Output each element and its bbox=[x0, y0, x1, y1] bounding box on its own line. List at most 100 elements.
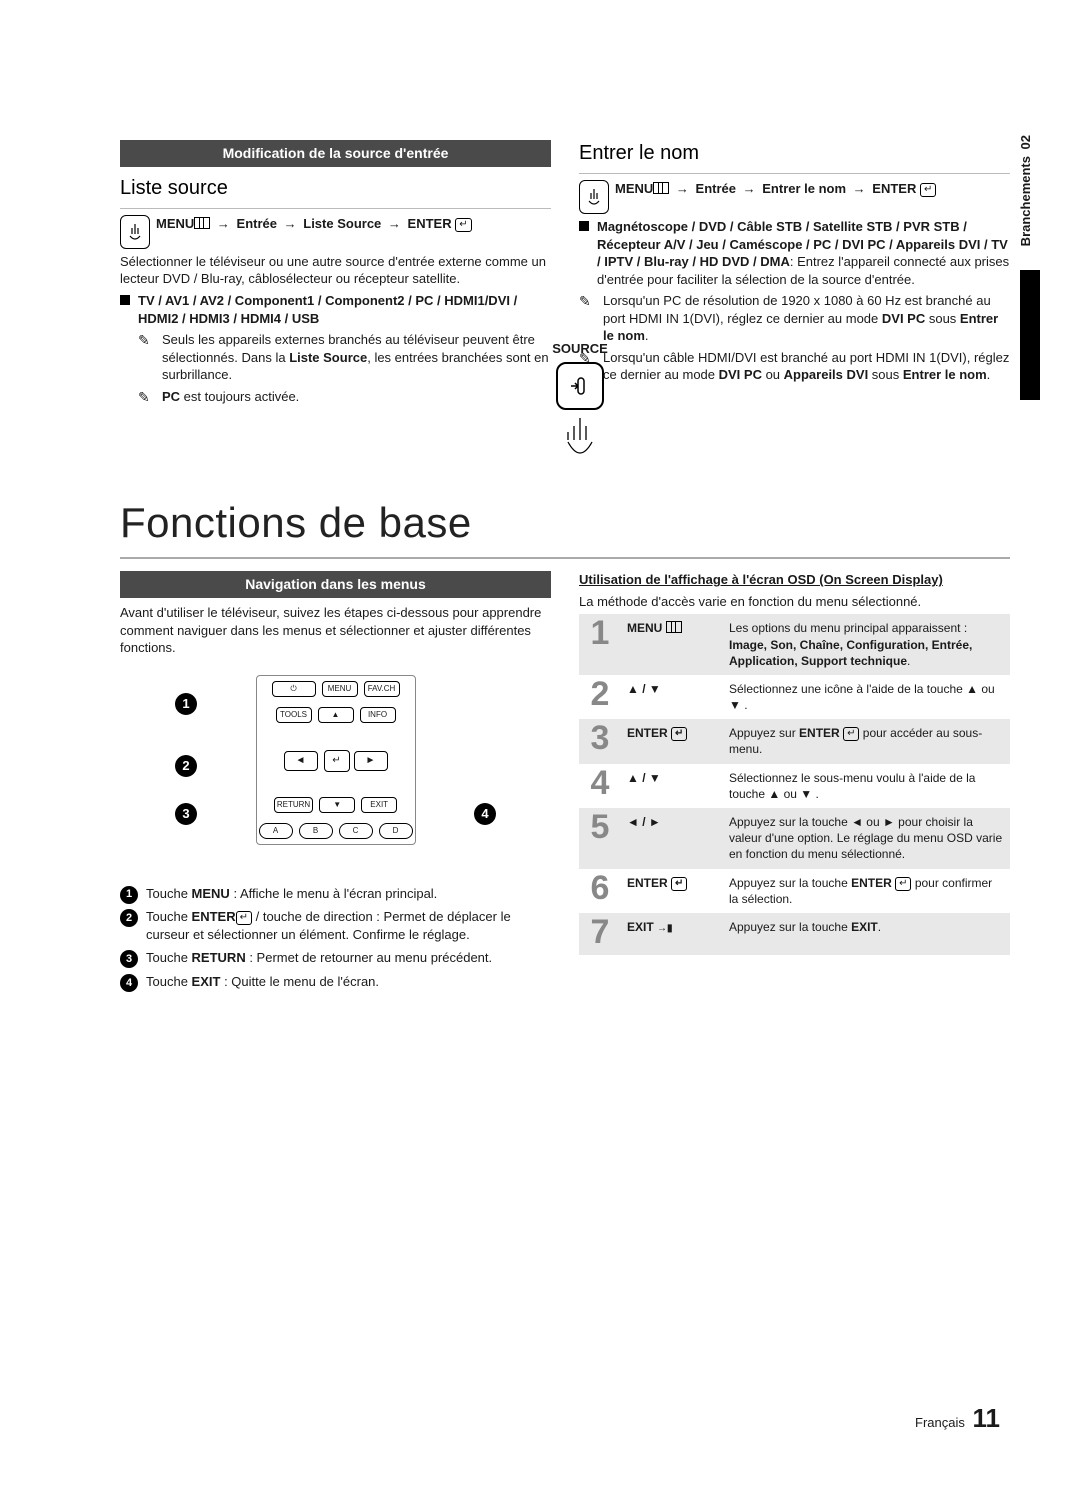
step-number: 7 bbox=[579, 913, 621, 955]
inputs-line: TV / AV1 / AV2 / Component1 / Component2… bbox=[138, 293, 517, 326]
remote-a: A bbox=[259, 823, 293, 839]
page-number: 11 bbox=[973, 1403, 1001, 1433]
remote-diagram: 1 2 3 4 ⏻ MENU FAV.CH TOOLS ▲ INFO bbox=[120, 675, 551, 875]
chapter-name: Branchements bbox=[1018, 156, 1033, 246]
header-source-change: Modification de la source d'entrée bbox=[120, 140, 551, 167]
enter-icon: ↵ bbox=[843, 727, 859, 741]
enter-icon: ↵ bbox=[920, 183, 936, 197]
note-icon: ✎ bbox=[579, 292, 591, 311]
remote-body: ⏻ MENU FAV.CH TOOLS ▲ INFO ◄ ↵ ► bbox=[256, 675, 416, 845]
enter-icon: ↵ bbox=[895, 877, 911, 891]
legend-return: Touche RETURN : Permet de retourner au m… bbox=[120, 949, 551, 967]
remote-exit: EXIT bbox=[361, 797, 397, 813]
table-row: 6 ENTER ↵ Appuyez sur la touche ENTER ↵ … bbox=[579, 869, 1010, 913]
step-number: 2 bbox=[579, 675, 621, 719]
edge-marker bbox=[1020, 270, 1040, 400]
note-pc-always: PC est toujours activée. bbox=[162, 389, 299, 404]
remote-d: D bbox=[379, 823, 413, 839]
remote-menu: MENU bbox=[322, 681, 358, 697]
table-row: 3 ENTER ↵ Appuyez sur ENTER ↵ pour accéd… bbox=[579, 719, 1010, 763]
enter-icon: ↵ bbox=[455, 218, 471, 232]
callout-1: 1 bbox=[175, 693, 197, 715]
step-number: 1 bbox=[579, 614, 621, 675]
remote-enter: ↵ bbox=[324, 750, 350, 772]
note-hdmi-pc: Lorsqu'un PC de résolution de 1920 x 108… bbox=[603, 293, 998, 343]
heading-entrer-le-nom: Entrer le nom bbox=[579, 140, 1010, 167]
step-key: ENTER ↵ bbox=[621, 869, 723, 913]
remote-key-legend: Touche MENU : Affiche le menu à l'écran … bbox=[120, 885, 551, 991]
step-desc: Appuyez sur la touche ◄ ou ► pour choisi… bbox=[723, 808, 1010, 869]
note-icon: ✎ bbox=[138, 388, 150, 407]
step-desc: Appuyez sur ENTER ↵ pour accéder au sous… bbox=[723, 719, 1010, 763]
osd-heading: Utilisation de l'affichage à l'écran OSD… bbox=[579, 571, 1010, 589]
enter-icon: ↵ bbox=[671, 727, 687, 741]
menu-icon bbox=[194, 217, 210, 229]
legend-enter: Touche ENTER↵ / touche de direction : Pe… bbox=[120, 908, 551, 943]
legend-exit: Touche EXIT : Quitte le menu de l'écran. bbox=[120, 973, 551, 991]
osd-hand-icon bbox=[579, 180, 609, 214]
step-number: 5 bbox=[579, 808, 621, 869]
chapter-tab: 02 Branchements bbox=[1010, 135, 1040, 252]
menu-path-text: MENU → Entrée → Entrer le nom → ENTER ↵ bbox=[615, 180, 936, 198]
step-key: ◄ / ► bbox=[621, 808, 723, 869]
step-key: MENU bbox=[621, 614, 723, 675]
remote-left: ◄ bbox=[284, 751, 318, 771]
header-navigation: Navigation dans les menus bbox=[120, 571, 551, 598]
step-key: ▲ / ▼ bbox=[621, 764, 723, 808]
footer-lang: Français bbox=[915, 1415, 965, 1430]
osd-steps-table: 1 MENU Les options du menu principal app… bbox=[579, 614, 1010, 955]
table-row: 5 ◄ / ► Appuyez sur la touche ◄ ou ► pou… bbox=[579, 808, 1010, 869]
note-icon: ✎ bbox=[138, 331, 150, 350]
menu-path-liste-source: MENU → Entrée → Liste Source → ENTER ↵ bbox=[120, 215, 551, 249]
remote-right: ► bbox=[354, 751, 388, 771]
menu-path-entrer-nom: MENU → Entrée → Entrer le nom → ENTER ↵ bbox=[579, 180, 1010, 214]
menu-icon bbox=[666, 621, 682, 633]
step-key: EXIT →▮ bbox=[621, 913, 723, 955]
note-connected: Seuls les appareils externes branchés au… bbox=[162, 332, 549, 382]
step-desc: Appuyez sur la touche ENTER ↵ pour confi… bbox=[723, 869, 1010, 913]
table-row: 1 MENU Les options du menu principal app… bbox=[579, 614, 1010, 675]
osd-hand-icon bbox=[120, 215, 150, 249]
osd-subtitle: La méthode d'accès varie en fonction du … bbox=[579, 593, 1010, 611]
step-desc: Sélectionnez le sous-menu voulu à l'aide… bbox=[723, 764, 1010, 808]
liste-source-intro: Sélectionner le téléviseur ou une autre … bbox=[120, 253, 551, 288]
pointing-hand-icon bbox=[560, 414, 600, 462]
note-icon: ✎ bbox=[579, 349, 591, 368]
enter-icon: ↵ bbox=[671, 877, 687, 891]
entrer-nom-notes: ✎ Lorsqu'un PC de résolution de 1920 x 1… bbox=[579, 292, 1010, 384]
step-desc: Sélectionnez une icône à l'aide de la to… bbox=[723, 675, 1010, 719]
remote-power: ⏻ bbox=[272, 681, 316, 697]
step-desc: Appuyez sur la touche EXIT. bbox=[723, 913, 1010, 955]
menu-path-text: MENU → Entrée → Liste Source → ENTER ↵ bbox=[156, 215, 472, 233]
legend-menu: Touche MENU : Affiche le menu à l'écran … bbox=[120, 885, 551, 903]
step-key: ▲ / ▼ bbox=[621, 675, 723, 719]
table-row: 4 ▲ / ▼ Sélectionnez le sous-menu voulu … bbox=[579, 764, 1010, 808]
nav-intro: Avant d'utiliser le téléviseur, suivez l… bbox=[120, 604, 551, 657]
heading-fonctions-de-base: Fonctions de base bbox=[120, 499, 1010, 547]
callout-4: 4 bbox=[474, 803, 496, 825]
heading-liste-source: Liste source bbox=[120, 175, 551, 202]
callout-2: 2 bbox=[175, 755, 197, 777]
remote-tools: TOOLS bbox=[276, 707, 312, 723]
step-key: ENTER ↵ bbox=[621, 719, 723, 763]
remote-up: ▲ bbox=[318, 707, 354, 723]
remote-down: ▼ bbox=[319, 797, 355, 813]
step-number: 6 bbox=[579, 869, 621, 913]
chapter-number: 02 bbox=[1018, 135, 1033, 149]
remote-c: C bbox=[339, 823, 373, 839]
page-footer: Français 11 bbox=[915, 1403, 1000, 1434]
menu-icon bbox=[653, 182, 669, 194]
manual-page: 02 Branchements Modification de la sourc… bbox=[0, 0, 1080, 1494]
inputs-notes: ✎ Seuls les appareils externes branchés … bbox=[138, 331, 551, 405]
remote-favch: FAV.CH bbox=[364, 681, 400, 697]
entrer-nom-options: Magnétoscope / DVD / Câble STB / Satelli… bbox=[579, 218, 1010, 288]
remote-return: RETURN bbox=[274, 797, 313, 813]
callout-3: 3 bbox=[175, 803, 197, 825]
step-number: 4 bbox=[579, 764, 621, 808]
step-number: 3 bbox=[579, 719, 621, 763]
table-row: 2 ▲ / ▼ Sélectionnez une icône à l'aide … bbox=[579, 675, 1010, 719]
inputs-list: TV / AV1 / AV2 / Component1 / Component2… bbox=[120, 292, 551, 405]
step-desc: Les options du menu principal apparaisse… bbox=[723, 614, 1010, 675]
remote-info: INFO bbox=[360, 707, 396, 723]
note-hdmi-dvi: Lorsqu'un câble HDMI/DVI est branché au … bbox=[603, 350, 1009, 383]
